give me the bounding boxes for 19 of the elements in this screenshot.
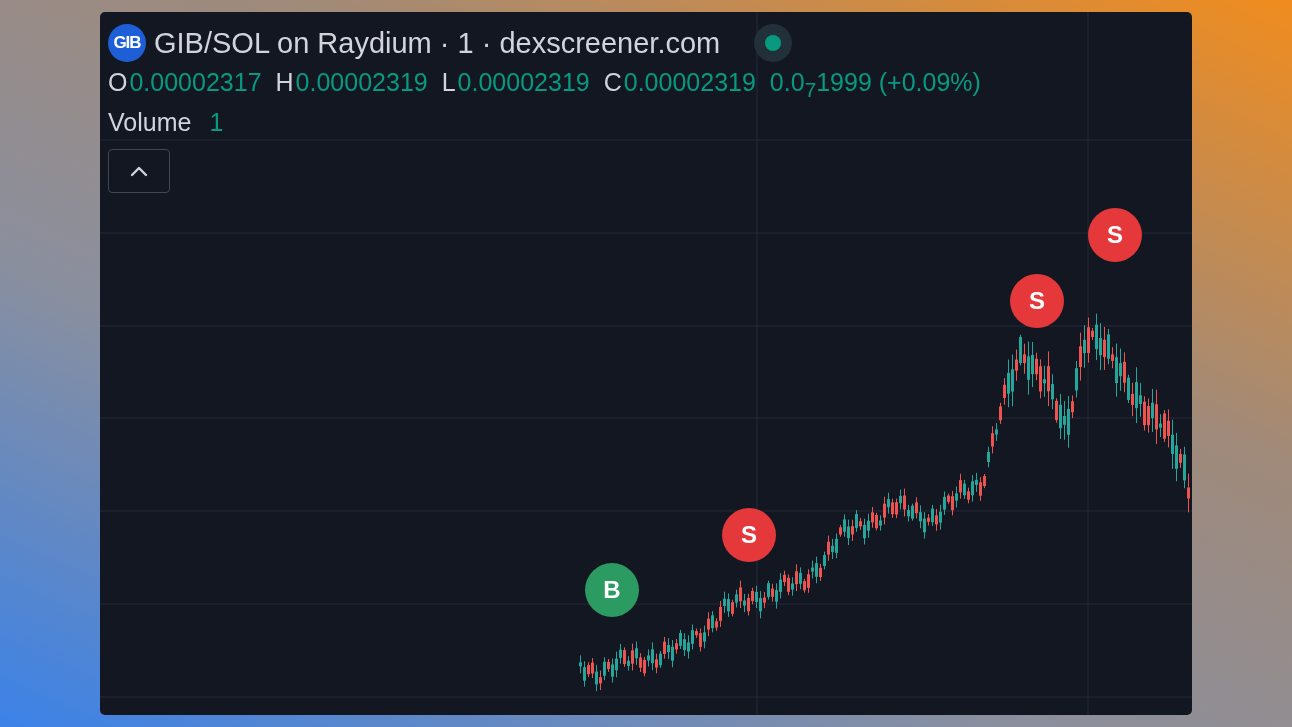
ohlc-value: 0.00002319 — [295, 68, 428, 97]
ohlc-value: 0.00002319 — [623, 68, 756, 97]
trade-marker[interactable]: S — [1088, 208, 1142, 262]
volume-label: Volume — [108, 108, 192, 137]
ohlc-label: C — [603, 68, 622, 97]
chart-title: GIB/SOL on Raydium · 1 · dexscreener.com — [154, 26, 721, 60]
ohlc-label: H — [275, 68, 294, 97]
trade-marker[interactable]: B — [585, 563, 639, 617]
trade-marker[interactable]: S — [722, 508, 776, 562]
token-logo: GIB — [108, 24, 146, 62]
ohlc-label: L — [441, 68, 456, 97]
volume-value: 1 — [209, 108, 224, 137]
trade-marker[interactable]: S — [1010, 274, 1064, 328]
price-change: 0.0$_{7}$1999 (+0.09%) — [769, 68, 981, 102]
ohlc-value: 0.00002319 — [457, 68, 590, 97]
chevron-up-icon — [130, 165, 148, 177]
ohlc-label: O — [108, 68, 128, 97]
collapse-button[interactable] — [108, 149, 170, 193]
ohlc-value: 0.00002317 — [129, 68, 262, 97]
